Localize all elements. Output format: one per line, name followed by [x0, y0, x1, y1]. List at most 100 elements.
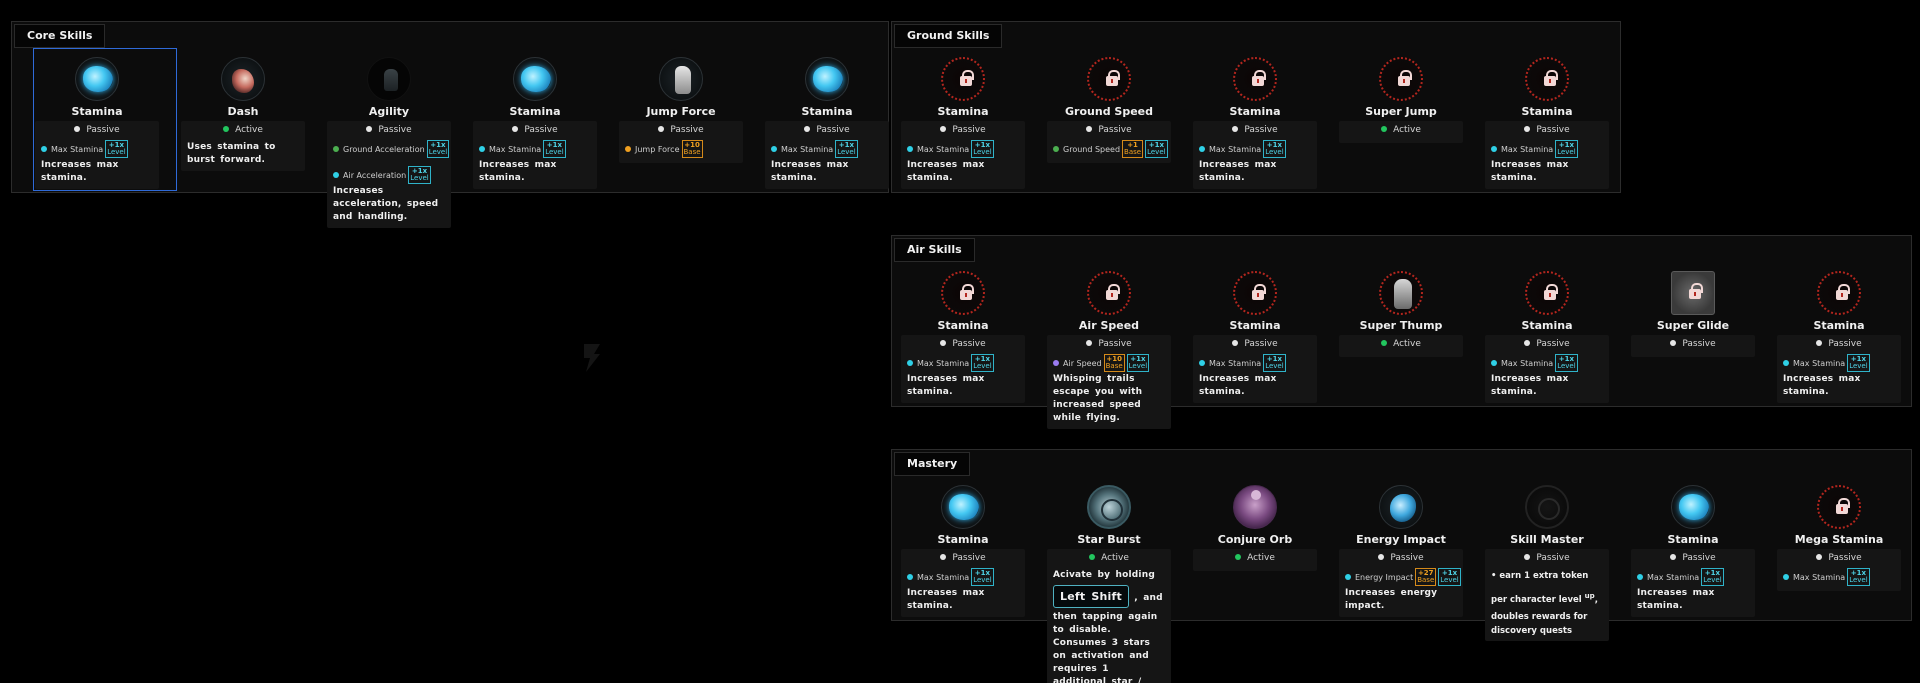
skill-card-stamina-locked[interactable]: Stamina Passive Max Stamina +1x Level Incr…: [1485, 56, 1609, 189]
skill-card-super-glide-locked[interactable]: Super Glide Passive: [1631, 270, 1755, 357]
skill-description: Increases max stamina.: [907, 160, 985, 183]
stat-label: Ground Acceleration: [343, 144, 425, 154]
skill-type: Passive: [952, 125, 986, 135]
stat-label: Ground Speed: [1063, 144, 1121, 154]
skill-description: ,: [1594, 594, 1598, 605]
skill-description: doubles rewards for: [1491, 611, 1588, 622]
skill-card-stamina[interactable]: Stamina Passive Max Stamina +1x Level Incr…: [1631, 484, 1755, 617]
stat-label: Air Speed: [1063, 358, 1102, 368]
skill-description: Increases acceleration, speed and handli…: [333, 186, 439, 222]
skill-card-stamina[interactable]: Stamina Passive Max Stamina +1x Level Incr…: [33, 48, 177, 191]
stat-label: Energy Impact: [1355, 572, 1414, 582]
stat-dot-icon: [479, 146, 485, 152]
level-badge: +1x Level: [543, 140, 566, 158]
skill-card-conjure-orb[interactable]: Conjure Orb Active: [1193, 484, 1317, 571]
skill-name: Energy Impact: [1356, 533, 1446, 546]
skill-card-star-burst[interactable]: Star Burst Active Acivate by holding Lef…: [1047, 484, 1171, 683]
skill-name: Stamina: [1229, 105, 1281, 118]
lock-icon: [1398, 70, 1412, 86]
skill-type: Passive: [86, 125, 120, 135]
skill-card-super-jump-locked[interactable]: Super Jump Active: [1339, 56, 1463, 143]
stat-label: Max Stamina: [1209, 144, 1262, 154]
stat-dot-icon: [1199, 360, 1205, 366]
skill-card-stamina-locked[interactable]: Stamina Passive Max Stamina +1x Level Incr…: [901, 270, 1025, 403]
active-dot-icon: [1381, 126, 1388, 132]
skill-card-super-thump-locked[interactable]: Super Thump Active: [1339, 270, 1463, 357]
stat-dot-icon: [771, 146, 777, 152]
skill-name: Stamina: [1667, 533, 1719, 546]
skill-description: then tapping again to disable. Consumes …: [1053, 612, 1158, 683]
passive-dot-icon: [658, 126, 665, 132]
skill-name: Dash: [227, 105, 259, 118]
skill-card-jump-force[interactable]: Jump Force Passive Jump Force +10 Base: [619, 56, 743, 163]
skill-name: Mega Stamina: [1794, 533, 1884, 546]
skill-description: Increases max stamina.: [907, 374, 985, 397]
skill-card-air-speed-locked[interactable]: Air Speed Passive Air Speed +10 Base +1x Lev…: [1047, 270, 1171, 429]
passive-dot-icon: [1816, 554, 1823, 560]
skill-card-stamina[interactable]: Stamina Passive Max Stamina +1x Level Incr…: [901, 484, 1025, 617]
panel-title: Mastery: [894, 452, 971, 476]
skill-type: Passive: [1682, 553, 1716, 563]
base-badge: +10 Base: [1103, 354, 1125, 372]
core-skills-panel: Core Skills Stamina Passive Max Stamina +…: [11, 21, 889, 228]
panel-title: Ground Skills: [894, 24, 1003, 48]
skill-type: Passive: [952, 553, 986, 563]
skill-card-stamina-locked[interactable]: Stamina Passive Max Stamina +1x Level Incr…: [1193, 56, 1317, 189]
skill-type: Passive: [670, 125, 704, 135]
skill-name: Super Thump: [1359, 319, 1443, 332]
skill-card-agility[interactable]: Agility Passive Ground Acceleration +1x Le…: [327, 56, 451, 228]
skill-name: Jump Force: [646, 105, 716, 118]
skill-card-stamina-locked[interactable]: Stamina Passive Max Stamina +1x Level Incr…: [1193, 270, 1317, 403]
lock-icon: [960, 284, 974, 300]
skill-card-ground-speed-locked[interactable]: Ground Speed Passive Ground Speed +1 Base +…: [1047, 56, 1171, 163]
skill-name: Stamina: [937, 105, 989, 118]
skill-type: Active: [1101, 553, 1129, 563]
super-thump-icon: [1379, 271, 1423, 315]
skill-type: Active: [1247, 553, 1275, 563]
level-badge: +1x Level: [408, 166, 431, 184]
skill-type: Passive: [1244, 339, 1278, 349]
skill-name: Air Speed: [1078, 319, 1140, 332]
skill-card-stamina-locked[interactable]: Stamina Passive Max Stamina +1x Level Incr…: [1485, 270, 1609, 403]
skill-type: Passive: [952, 339, 986, 349]
passive-dot-icon: [1524, 126, 1531, 132]
skill-name: Stamina: [801, 105, 853, 118]
locked-skill-icon: [1087, 271, 1131, 315]
skill-card-stamina-locked[interactable]: Stamina Passive Max Stamina +1x Level Incr…: [901, 56, 1025, 189]
skill-type: Passive: [816, 125, 850, 135]
skill-card-dash[interactable]: Dash Active Uses stamina to burst forwar…: [181, 56, 305, 171]
lock-icon: [1252, 284, 1266, 300]
level-badge: +1x Level: [971, 140, 994, 158]
base-badge: +10 Base: [681, 140, 703, 158]
lock-icon: [1544, 284, 1558, 300]
skill-card-energy-impact[interactable]: Energy Impact Passive Energy Impact +27 Ba…: [1339, 484, 1463, 617]
lock-icon: [1689, 283, 1703, 299]
stat-label: Max Stamina: [1209, 358, 1262, 368]
skill-card-mega-stamina-locked[interactable]: Mega Stamina Passive Max Stamina +1x Level: [1777, 484, 1901, 591]
stat-label: Max Stamina: [1647, 572, 1700, 582]
skill-type: Passive: [1828, 553, 1862, 563]
skill-master-icon: [1525, 485, 1569, 529]
conjure-orb-icon: [1233, 485, 1277, 529]
level-badge: +1x Level: [1263, 354, 1286, 372]
skill-name: Super Glide: [1656, 319, 1730, 332]
skill-card-stamina-locked[interactable]: Stamina Passive Max Stamina +1x Level Incr…: [1777, 270, 1901, 403]
skill-card-stamina[interactable]: Stamina Passive Max Stamina +1x Level Incr…: [473, 56, 597, 189]
dash-icon: [221, 57, 265, 101]
locked-skill-icon: [1379, 57, 1423, 101]
passive-dot-icon: [1378, 554, 1385, 560]
skill-description: Whisping trails escape you with increase…: [1053, 374, 1143, 423]
skill-description: Increases max stamina.: [771, 160, 849, 183]
skill-card-stamina[interactable]: Stamina Passive Max Stamina +1x Level Incr…: [765, 56, 889, 189]
skill-description: Increases max stamina.: [479, 160, 557, 183]
skill-type: Active: [235, 125, 263, 135]
skill-card-skill-master[interactable]: Skill Master Passive • earn 1 extra toke…: [1485, 484, 1609, 641]
lock-icon: [1398, 289, 1412, 305]
passive-dot-icon: [512, 126, 519, 132]
skill-type: Passive: [378, 125, 412, 135]
stat-label: Max Stamina: [917, 572, 970, 582]
stat-label: Max Stamina: [489, 144, 542, 154]
level-badge: +1x Level: [1263, 140, 1286, 158]
stat-dot-icon: [1345, 574, 1351, 580]
skill-description: , and: [1134, 593, 1163, 603]
